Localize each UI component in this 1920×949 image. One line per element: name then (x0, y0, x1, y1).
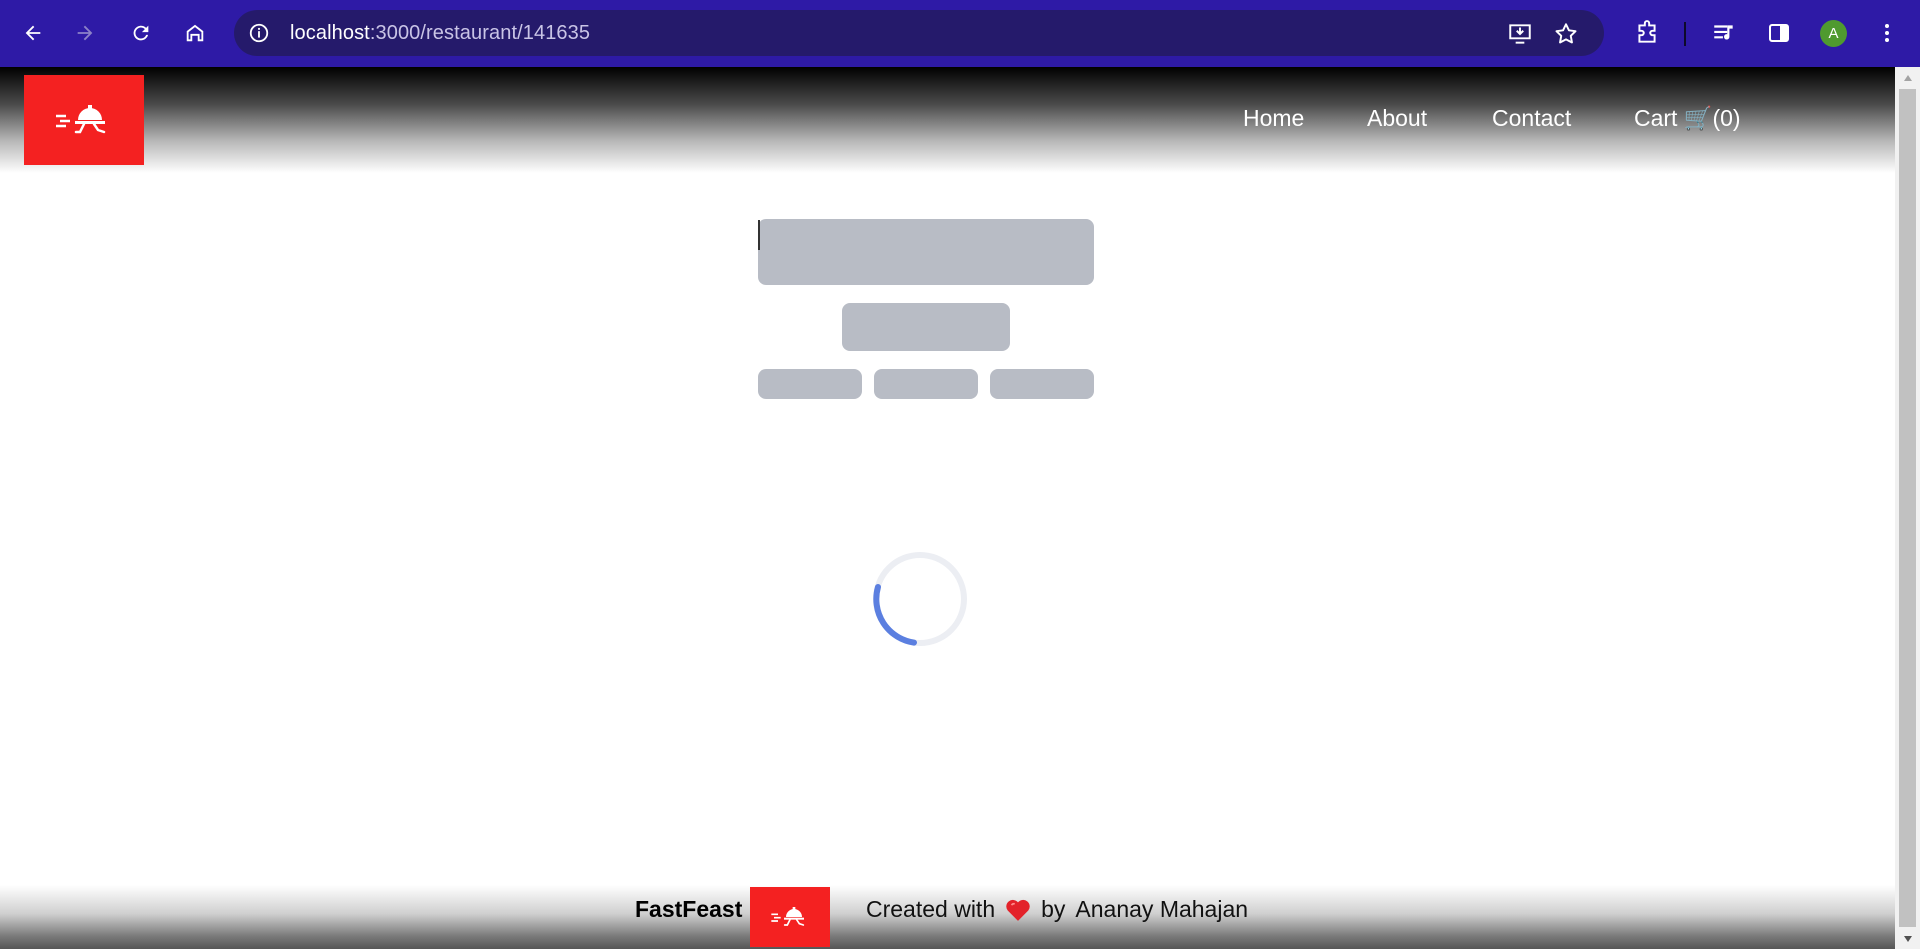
scroll-thumb[interactable] (1899, 89, 1916, 927)
nav-about-link[interactable]: About (1367, 105, 1427, 132)
bookmark-star-icon[interactable] (1552, 20, 1580, 48)
extensions-puzzle-icon[interactable] (1630, 16, 1664, 50)
footer-logo (750, 887, 830, 947)
url-text: localhost:3000/restaurant/141635 (290, 22, 590, 45)
side-panel-icon[interactable] (1762, 16, 1796, 50)
install-app-icon[interactable] (1506, 20, 1534, 48)
page-viewport: Home About Contact Cart 🛒(0) FastFeast C… (0, 67, 1895, 949)
site-footer: FastFeast Created with by Ananay Mahajan (0, 885, 1895, 949)
footer-author: Ananay Mahajan (1075, 896, 1249, 922)
nav-home-link[interactable]: Home (1243, 105, 1304, 132)
loading-spinner-icon (873, 552, 967, 646)
shimmer-info-placeholder (874, 369, 978, 399)
media-queue-icon[interactable] (1707, 16, 1741, 50)
text-caret (758, 220, 760, 250)
reload-icon[interactable] (124, 16, 158, 50)
shimmer-title-placeholder (758, 219, 1094, 285)
footer-brand: FastFeast (635, 896, 743, 922)
profile-avatar[interactable]: A (1820, 20, 1847, 47)
more-menu-icon[interactable] (1870, 16, 1904, 50)
home-icon[interactable] (178, 16, 212, 50)
scroll-up-arrow-icon[interactable] (1902, 72, 1913, 83)
page-scrollbar[interactable] (1895, 67, 1920, 949)
heart-icon (1005, 898, 1031, 922)
footer-by: by (1041, 896, 1066, 922)
food-delivery-bell-icon (56, 105, 106, 134)
forward-arrow-icon[interactable] (68, 16, 102, 50)
nav-contact-link[interactable]: Contact (1492, 105, 1571, 132)
url-host: localhost (290, 22, 370, 44)
site-header: Home About Contact Cart 🛒(0) (0, 67, 1895, 173)
scroll-down-arrow-icon[interactable] (1902, 933, 1913, 944)
site-info-icon[interactable] (246, 20, 272, 46)
toolbar-separator (1684, 22, 1686, 46)
browser-toolbar: localhost:3000/restaurant/141635 A (0, 0, 1920, 67)
shimmer-info-placeholder (990, 369, 1094, 399)
footer-credit: Created with by Ananay Mahajan (866, 896, 1248, 923)
back-arrow-icon[interactable] (16, 16, 50, 50)
footer-created-with: Created with (866, 896, 996, 922)
shimmer-subtitle-placeholder (842, 303, 1010, 351)
shimmer-info-placeholder (758, 369, 862, 399)
food-delivery-bell-icon (771, 907, 805, 926)
site-logo[interactable] (24, 75, 144, 165)
address-bar[interactable]: localhost:3000/restaurant/141635 (234, 10, 1604, 56)
url-path: :3000/restaurant/141635 (369, 22, 591, 44)
nav-cart-link[interactable]: Cart 🛒(0) (1634, 105, 1741, 132)
